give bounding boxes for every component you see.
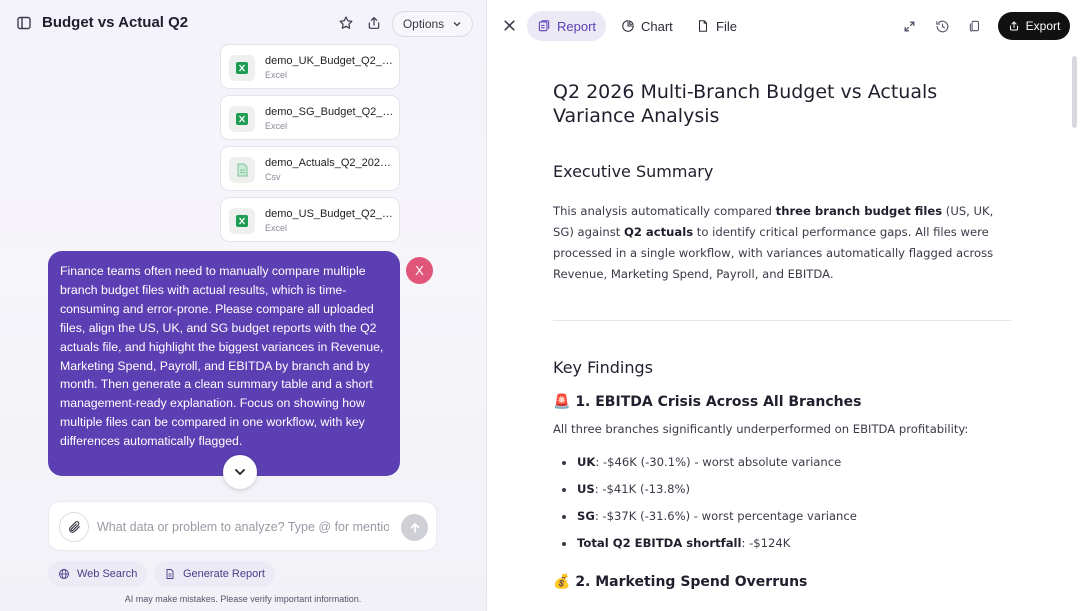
chat-header: Budget vs Actual Q2 Options [0,0,486,46]
bullet-text: : -$124K [741,536,791,550]
file-name: demo_UK_Budget_Q2_2026.xlsx [265,55,397,67]
tab-label: File [716,18,737,34]
scrollbar-thumb[interactable] [1072,56,1077,128]
chip-label: Generate Report [183,568,265,580]
file-name: demo_Actuals_Q2_2026.csv [265,157,397,169]
generate-report-chip[interactable]: Generate Report [154,561,275,587]
attach-button[interactable] [59,512,89,542]
prompt-input[interactable] [97,516,389,538]
file-icon [698,20,708,32]
disclaimer: AI may make mistakes. Please verify impo… [124,594,362,604]
money-bag-icon: 💰 [553,574,571,590]
user-message-bubble: Finance teams often need to manually com… [48,251,400,476]
finding-bullets: UK: -$46K (-30.1%) - worst absolute vari… [553,449,1013,557]
share-icon[interactable] [363,12,385,34]
bullet-label: US [577,482,595,496]
report-toolbar: Report Chart File Export [487,0,1080,52]
expand-icon[interactable] [900,17,918,35]
finding-title: 1. EBITDA Crisis Across All Branches [575,394,862,410]
file-type: Csv [265,172,281,182]
chip-label: Web Search [77,568,138,580]
attached-files: demo_UK_Budget_Q2_2026.xlsx Excel demo_S… [220,44,400,248]
user-message-text: Finance teams often need to manually com… [60,264,384,449]
finding-heading: 💰 2. Marketing Spend Overruns [553,573,1013,591]
file-card[interactable]: demo_SG_Budget_Q2_2026.xlsx Excel [220,95,400,140]
file-type: Excel [265,121,288,131]
bullet-label: Total Q2 EBITDA shortfall [577,536,742,550]
list-item: US: -$41K (-13.8%) [553,476,1013,503]
options-button[interactable]: Options [392,11,473,37]
bullet-text: : -$41K (-13.8%) [594,482,691,496]
list-item: UK: -$46K (-30.1%) - worst absolute vari… [553,449,1013,476]
export-button[interactable]: Export [998,12,1070,40]
finding-intro: All three branches significantly underpe… [553,422,969,436]
file-card[interactable]: demo_Actuals_Q2_2026.csv Csv [220,146,400,191]
file-type: Excel [265,223,288,233]
scroll-to-bottom-button[interactable] [223,455,257,489]
avatar[interactable]: X [406,257,433,284]
tab-file[interactable]: File [686,11,747,41]
alarm-icon: 🚨 [553,394,571,410]
section-divider [553,320,1011,321]
chart-icon [622,20,634,32]
avatar-initial: X [415,263,424,278]
bullet-text: : -$37K (-31.6%) - worst percentage vari… [594,509,857,523]
export-icon [1009,21,1018,31]
copy-icon[interactable] [966,17,984,35]
chevron-down-icon [235,469,245,476]
bullet-text: : -$46K (-30.1%) - worst absolute varian… [595,455,842,469]
report-pane: Report Chart File Export Q2 2026 Multi-B… [487,0,1080,611]
globe-icon [59,569,69,579]
options-label: Options [402,17,445,31]
file-card[interactable]: demo_UK_Budget_Q2_2026.xlsx Excel [220,44,400,89]
chat-pane: Budget vs Actual Q2 Options demo_UK_Budg… [0,0,486,611]
report-title: Q2 2026 Multi-Branch Budget vs Actuals V… [553,81,938,127]
text-run: This analysis automatically compared [553,204,776,218]
paperclip-icon [69,521,80,533]
tab-label: Chart [641,18,673,34]
file-card[interactable]: demo_US_Budget_Q2_2026.xlsx Excel [220,197,400,242]
list-item: SG: -$37K (-31.6%) - worst percentage va… [553,503,1013,530]
finding-heading: 🚨 1. EBITDA Crisis Across All Branches [553,393,1013,411]
web-search-chip[interactable]: Web Search [48,561,148,587]
tab-chart[interactable]: Chart [611,11,683,41]
bullet-label: UK [577,455,596,469]
export-label: Export [1025,19,1061,33]
document-icon [166,569,174,579]
tab-label: Report [557,18,597,34]
report-icon [538,20,550,32]
excel-file-icon [229,106,255,132]
composer [48,501,437,551]
excel-file-icon [229,55,255,81]
arrow-up-icon [410,522,419,533]
send-button[interactable] [401,514,428,541]
chevron-down-icon [453,22,461,27]
bullet-label: SG [577,509,595,523]
finding-title: 2. Marketing Spend Overruns [575,574,808,590]
conversation-title: Budget vs Actual Q2 [42,14,189,31]
csv-file-icon [229,157,255,183]
executive-summary-text: This analysis automatically compared thr… [553,201,1003,285]
excel-file-icon [229,208,255,234]
star-icon[interactable] [335,12,357,34]
section-heading: Key Findings [553,358,653,377]
sidebar-toggle-icon[interactable] [13,12,35,34]
file-name: demo_US_Budget_Q2_2026.xlsx [265,208,397,220]
bold-run: Q2 actuals [623,225,694,239]
history-icon[interactable] [933,17,951,35]
report-document: Q2 2026 Multi-Branch Budget vs Actuals V… [553,80,1013,591]
bold-run: three branch budget files [775,204,943,218]
file-name: demo_SG_Budget_Q2_2026.xlsx [265,106,397,118]
list-item: Total Q2 EBITDA shortfall: -$124K [553,530,1013,557]
section-heading: Executive Summary [553,162,714,181]
close-icon[interactable] [500,16,518,34]
tab-report[interactable]: Report [527,11,607,41]
file-type: Excel [265,70,288,80]
